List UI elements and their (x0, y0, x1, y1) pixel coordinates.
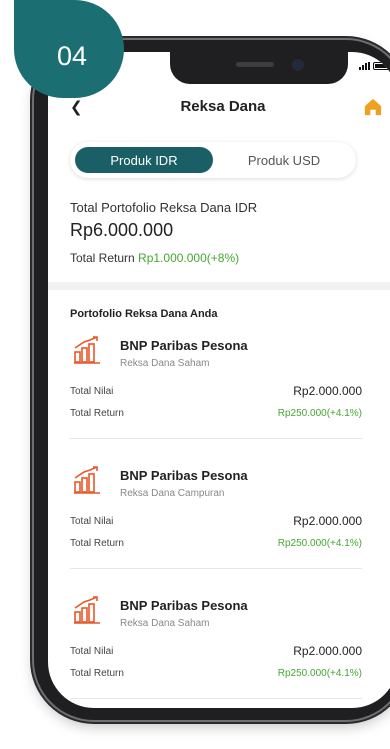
total-return-label: Total Return (70, 668, 124, 679)
divider (70, 568, 362, 569)
total-nilai-value: Rp2.000.000 (293, 514, 362, 528)
phone-screen: ❮ Reksa Dana Produk IDR Produk USD Total… (48, 52, 390, 708)
fund-type: Reksa Dana Saham (120, 358, 210, 369)
fund-name: BNP Paribas Pesona (120, 338, 248, 353)
growth-chart-icon (74, 466, 100, 494)
fund-type: Reksa Dana Saham (120, 618, 210, 629)
total-return: Total Return Rp1.000.000(+8%) (70, 251, 370, 265)
fund-name: BNP Paribas Pesona (120, 598, 248, 613)
total-return-label: Total Return (70, 408, 124, 419)
fund-name: BNP Paribas Pesona (120, 468, 248, 483)
section-title: Portofolio Reksa Dana Anda (70, 308, 218, 320)
growth-chart-icon (74, 596, 100, 624)
front-camera (294, 61, 302, 69)
divider (70, 698, 362, 699)
section-separator (48, 282, 390, 290)
total-return-value: Rp250.000(+4.1%) (277, 538, 362, 549)
notch (170, 52, 348, 84)
fund-type: Reksa Dana Campuran (120, 488, 225, 499)
total-return-label: Total Return (70, 538, 124, 549)
home-icon[interactable] (364, 98, 382, 116)
tab-produk-usd[interactable]: Produk USD (218, 147, 350, 173)
speaker-grille (236, 62, 274, 67)
total-nilai-label: Total Nilai (70, 386, 114, 397)
battery-icon (373, 62, 390, 70)
total-nilai-value: Rp2.000.000 (293, 644, 362, 658)
total-nilai-label: Total Nilai (70, 646, 114, 657)
divider (70, 438, 362, 439)
growth-chart-icon (74, 336, 100, 364)
total-return-label: Total Return (70, 251, 139, 265)
step-badge: 04 (14, 0, 124, 98)
signal-icon (359, 62, 370, 70)
total-portfolio-value: Rp6.000.000 (70, 220, 174, 240)
total-nilai-label: Total Nilai (70, 516, 114, 527)
total-return-value: Rp250.000(+4.1%) (277, 408, 362, 419)
page-title: Reksa Dana (180, 98, 266, 115)
portfolio-summary: Total Portofolio Reksa Dana IDR Rp6.000.… (70, 200, 370, 265)
fund-card[interactable]: BNP Paribas Pesona Reksa Dana Campuran T… (70, 464, 362, 584)
total-return-value: Rp250.000(+4.1%) (277, 668, 362, 679)
fund-card[interactable]: BNP Paribas Pesona Reksa Dana Saham Tota… (70, 334, 362, 454)
fund-card[interactable]: BNP Paribas Pesona Reksa Dana Saham Tota… (70, 594, 362, 708)
total-portfolio-label: Total Portofolio Reksa Dana IDR (70, 200, 258, 215)
tab-produk-idr[interactable]: Produk IDR (75, 147, 213, 173)
status-bar (359, 62, 390, 70)
total-return-value: Rp1.000.000(+8%) (138, 251, 240, 265)
app-header: ❮ Reksa Dana (48, 90, 390, 126)
currency-tabs: Produk IDR Produk USD (70, 142, 356, 178)
total-nilai-value: Rp2.000.000 (293, 384, 362, 398)
